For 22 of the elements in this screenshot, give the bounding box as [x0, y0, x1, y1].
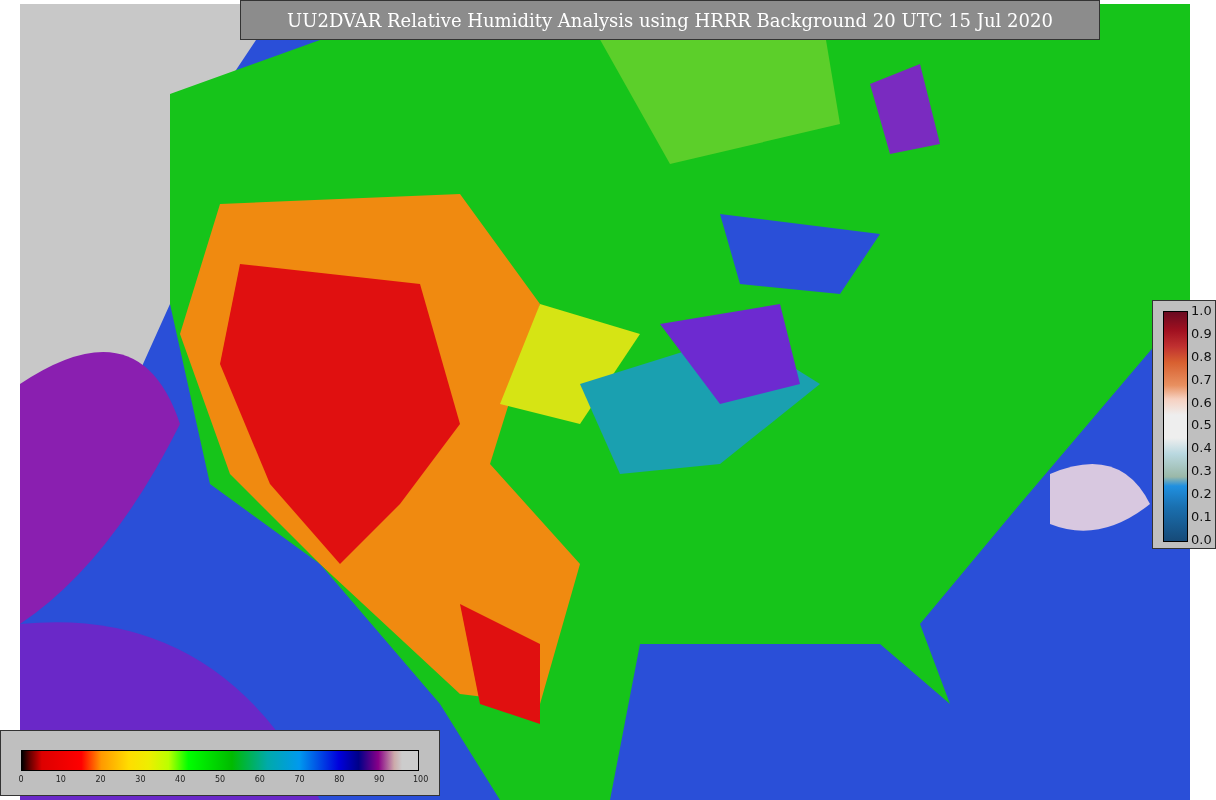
- colorbar-label: 50: [214, 775, 226, 784]
- colorbar-label: 70: [293, 775, 306, 784]
- colorbar-label: 30: [134, 775, 147, 784]
- colorbar-label: 0.8: [1191, 348, 1212, 365]
- colorbar-label: 80: [333, 775, 346, 784]
- colorbar-label: 0.3: [1191, 463, 1212, 480]
- colorbar-label: 0.0: [1191, 531, 1212, 548]
- colorbar-label: 60: [253, 775, 266, 784]
- colorbar-label: 0.9: [1191, 325, 1212, 342]
- colorbar-label: 0.1: [1191, 509, 1212, 525]
- colorbar-label: 0.4: [1191, 440, 1212, 457]
- colorbar-label: 10: [54, 775, 67, 784]
- map-title: UU2DVAR Relative Humidity Analysis using HRRR Background 20 UTC 15 Jul 2020: [240, 0, 1100, 40]
- colorbar-label: 40: [174, 775, 187, 784]
- colorbar-label: 0: [17, 775, 25, 784]
- colorbar-label: 0.5: [1191, 417, 1212, 434]
- colorbar-label: 0.2: [1191, 486, 1212, 503]
- colorbar-label: 20: [94, 775, 107, 784]
- colorbar-label: 0.6: [1191, 394, 1212, 411]
- colorbar-label: 90: [373, 775, 386, 784]
- colorbar-label: 1.0: [1191, 303, 1212, 319]
- colorbar-label: 0.7: [1191, 371, 1212, 388]
